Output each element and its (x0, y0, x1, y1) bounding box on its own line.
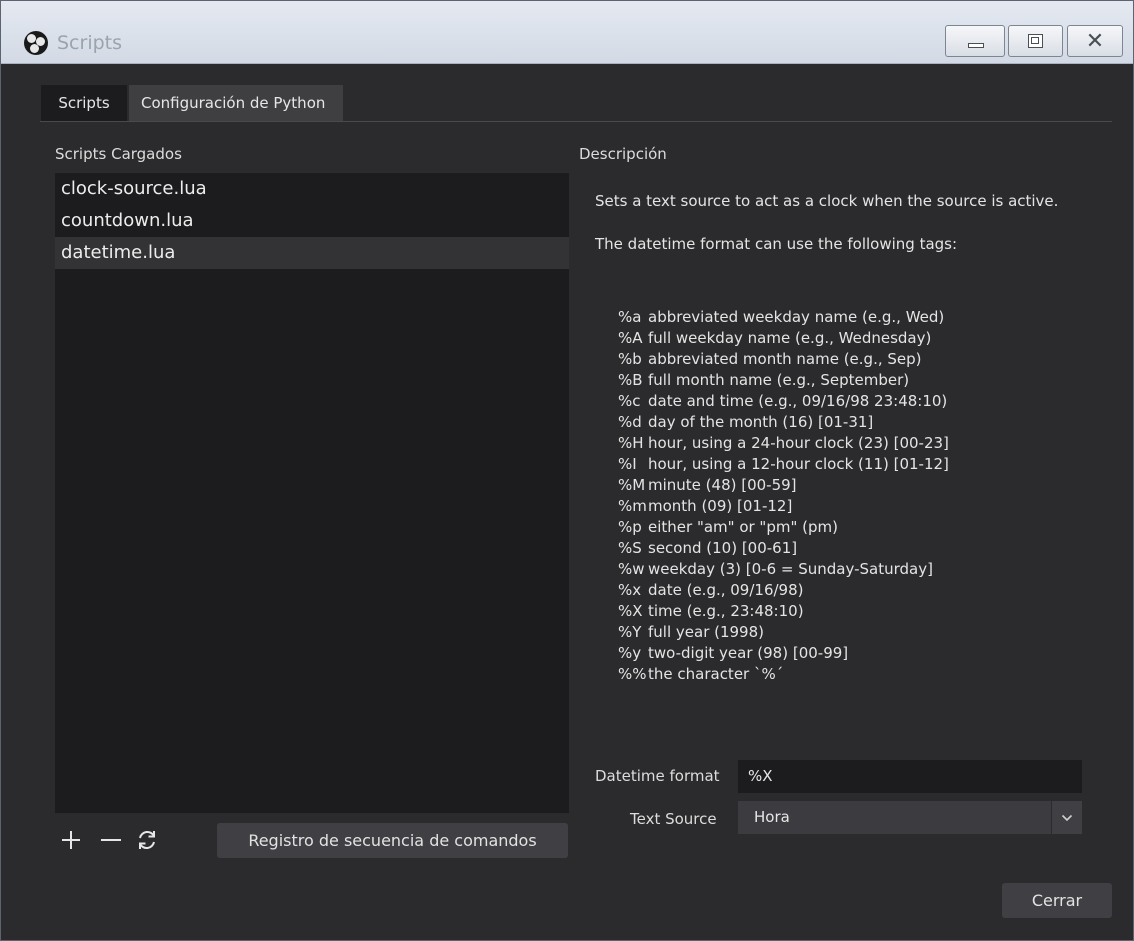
format-tag-code: %Y (618, 623, 642, 641)
format-tag-row: %mmonth (09) [01-12] (618, 496, 1098, 517)
format-tag-description: two-digit year (98) [00-99] (648, 644, 849, 662)
minimize-icon (968, 43, 984, 48)
description-text: Sets a text source to act as a clock whe… (595, 191, 1075, 255)
format-tag-code: %X (618, 602, 643, 620)
format-tag-description: either "am" or "pm" (pm) (648, 518, 838, 536)
format-tag-row: %Y full year (1998) (618, 622, 1098, 643)
format-tag-row: %%the character `%´ (618, 664, 1098, 685)
format-tag-row: %I hour, using a 12-hour clock (11) [01-1… (618, 454, 1098, 475)
datetime-format-input[interactable] (738, 760, 1082, 793)
format-tag-row: %w weekday (3) [0-6 = Sunday-Saturday] (618, 559, 1098, 580)
format-tag-row: %A full weekday name (e.g., Wednesday) (618, 328, 1098, 349)
format-tag-description: abbreviated month name (e.g., Sep) (648, 350, 922, 368)
format-tag-code: %x (618, 581, 642, 599)
tab-divider (40, 121, 1112, 122)
close-window-button[interactable]: ✕ (1067, 25, 1123, 57)
format-tag-row: %a abbreviated weekday name (e.g., Wed) (618, 307, 1098, 328)
tab-scripts[interactable]: Scripts (41, 85, 127, 121)
format-tag-row: %b abbreviated month name (e.g., Sep) (618, 349, 1098, 370)
remove-script-button[interactable] (96, 823, 126, 857)
format-tag-description: full weekday name (e.g., Wednesday) (648, 329, 932, 347)
close-icon: ✕ (1085, 28, 1105, 54)
format-tags-list: %a abbreviated weekday name (e.g., Wed) %A… (618, 307, 1098, 685)
format-tag-description: hour, using a 24-hour clock (23) [00-23] (648, 434, 949, 452)
description-tags-heading: The datetime format can use the followin… (595, 235, 958, 253)
format-tag-code: %B (618, 371, 643, 389)
format-tag-row: %S second (10) [00-61] (618, 538, 1098, 559)
list-item[interactable]: clock-source.lua (55, 173, 569, 205)
format-tag-description: hour, using a 12-hour clock (11) [01-12] (648, 455, 949, 473)
format-tag-row: %y two-digit year (98) [00-99] (618, 643, 1098, 664)
title-bar[interactable]: Scripts ✕ (1, 1, 1133, 64)
format-tag-description: the character `%´ (648, 665, 784, 683)
maximize-icon (1028, 34, 1043, 48)
text-source-value: Hora (754, 808, 790, 826)
format-tag-code: %b (618, 350, 642, 368)
format-tag-row: %H hour, using a 24-hour clock (23) [00-2… (618, 433, 1098, 454)
format-tag-code: %% (618, 665, 647, 683)
format-tag-description: date (e.g., 09/16/98) (648, 581, 804, 599)
format-tag-code: %c (618, 392, 641, 410)
loaded-scripts-label: Scripts Cargados (55, 145, 182, 163)
format-tag-code: %A (618, 329, 643, 347)
plus-icon (62, 831, 80, 849)
format-tag-description: weekday (3) [0-6 = Sunday-Saturday] (648, 560, 933, 578)
add-script-button[interactable] (56, 823, 86, 857)
format-tag-row: %c date and time (e.g., 09/16/98 23:48:10… (618, 391, 1098, 412)
script-log-button[interactable]: Registro de secuencia de comandos (217, 823, 568, 858)
description-label: Descripción (579, 145, 667, 163)
format-tag-description: full month name (e.g., September) (648, 371, 910, 389)
format-tag-description: second (10) [00-61] (648, 539, 798, 557)
format-tag-row: %d day of the month (16) [01-31] (618, 412, 1098, 433)
format-tag-row: %M minute (48) [00-59] (618, 475, 1098, 496)
format-tag-description: day of the month (16) [01-31] (648, 413, 874, 431)
format-tag-code: %S (618, 539, 642, 557)
format-tag-code: %w (618, 560, 645, 578)
format-tag-row: %x date (e.g., 09/16/98) (618, 580, 1098, 601)
format-tag-description: month (09) [01-12] (648, 497, 793, 515)
format-tag-code: %a (618, 308, 642, 326)
chevron-down-icon[interactable] (1051, 801, 1082, 834)
description-intro: Sets a text source to act as a clock whe… (595, 192, 1059, 210)
obs-logo-icon (24, 31, 48, 55)
format-tag-description: time (e.g., 23:48:10) (648, 602, 804, 620)
tab-python-settings[interactable]: Configuración de Python (129, 85, 343, 121)
minimize-button[interactable] (945, 25, 1005, 57)
scripts-window: Scripts ✕ Scripts Configuración de Pytho… (0, 0, 1134, 941)
window-title: Scripts (57, 32, 123, 54)
format-tag-code: %M (618, 476, 646, 494)
minus-icon (101, 839, 121, 841)
reload-icon (139, 830, 155, 850)
close-button[interactable]: Cerrar (1002, 883, 1112, 918)
reload-scripts-button[interactable] (136, 829, 158, 851)
format-tag-description: full year (1998) (648, 623, 765, 641)
format-tag-description: date and time (e.g., 09/16/98 23:48:10) (648, 392, 948, 410)
format-tag-code: %H (618, 434, 644, 452)
format-tag-row: %X time (e.g., 23:48:10) (618, 601, 1098, 622)
maximize-button[interactable] (1008, 25, 1063, 57)
text-source-select[interactable]: Hora (738, 801, 1082, 834)
format-tag-code: %p (618, 518, 642, 536)
format-tag-row: %p either "am" or "pm" (pm) (618, 517, 1098, 538)
format-tag-row: %B full month name (e.g., September) (618, 370, 1098, 391)
format-tag-code: %y (618, 644, 642, 662)
format-tag-description: minute (48) [00-59] (648, 476, 797, 494)
format-tag-code: %d (618, 413, 642, 431)
format-tag-code: %I (618, 455, 637, 473)
text-source-label: Text Source (630, 810, 717, 828)
format-tag-description: abbreviated weekday name (e.g., Wed) (648, 308, 945, 326)
list-item[interactable]: datetime.lua (55, 237, 569, 269)
datetime-format-label: Datetime format (595, 767, 720, 785)
format-tag-code: %m (618, 497, 647, 515)
scripts-list[interactable]: clock-source.lua countdown.lua datetime.… (55, 173, 569, 813)
list-item[interactable]: countdown.lua (55, 205, 569, 237)
